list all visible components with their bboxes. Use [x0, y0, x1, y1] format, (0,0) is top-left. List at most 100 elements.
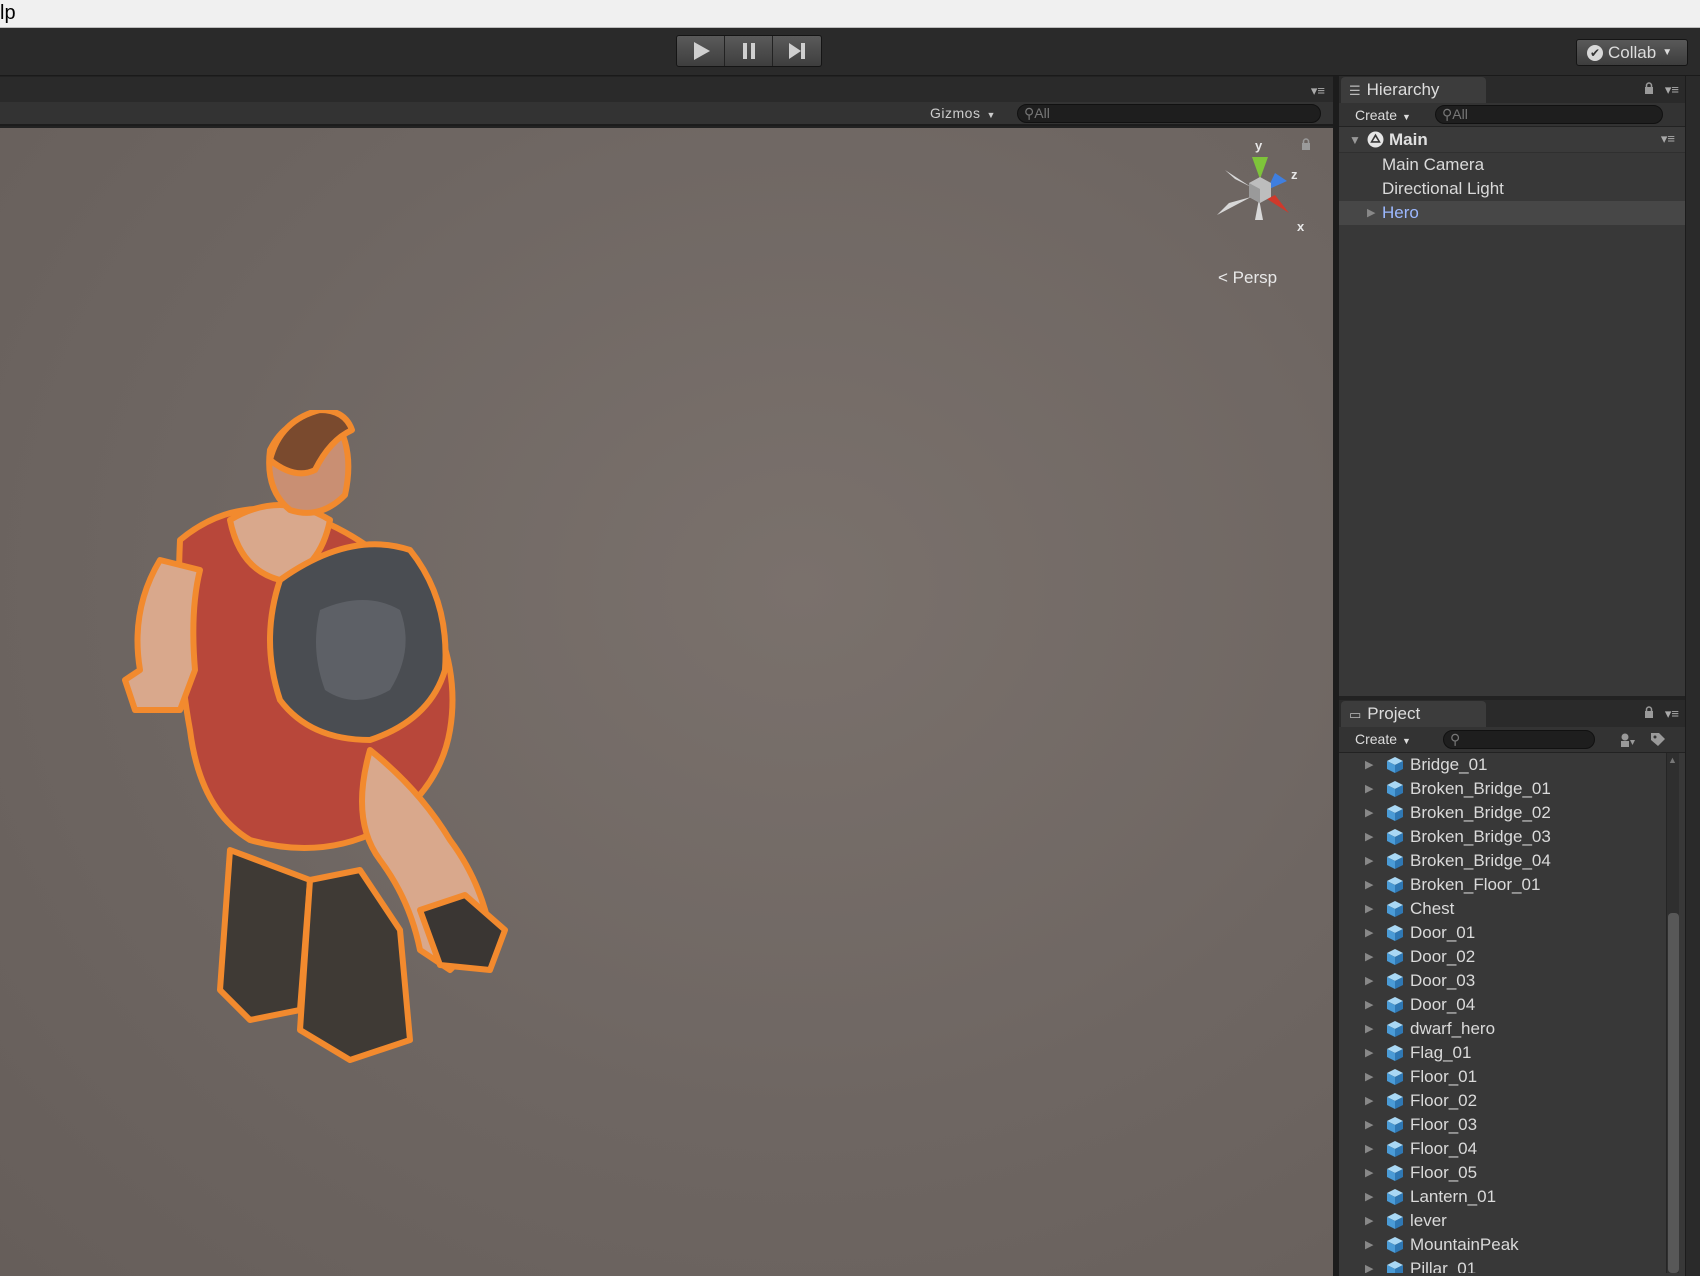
project-tab-row: ▭ Project ▾≡ — [1339, 700, 1685, 727]
collab-label: Collab — [1608, 42, 1657, 62]
gizmos-dropdown[interactable]: Gizmos ▼ — [930, 105, 996, 121]
scene-root-row[interactable]: ▼ Main ▾≡ — [1339, 127, 1685, 153]
project-asset-item[interactable]: ▶ Door_04 — [1339, 993, 1685, 1017]
project-asset-item[interactable]: ▶ Floor_05 — [1339, 1161, 1685, 1185]
step-button[interactable] — [773, 36, 821, 66]
project-asset-item[interactable]: ▶ Floor_02 — [1339, 1089, 1685, 1113]
project-asset-item[interactable]: ▶ lever — [1339, 1209, 1685, 1233]
hierarchy-create-dropdown[interactable]: Create ▼ — [1355, 107, 1411, 123]
fold-closed-icon[interactable]: ▶ — [1365, 830, 1373, 843]
fold-closed-icon[interactable]: ▶ — [1365, 1166, 1373, 1179]
fold-closed-icon[interactable]: ▶ — [1365, 1238, 1373, 1251]
fold-closed-icon[interactable]: ▶ — [1365, 1070, 1373, 1083]
project-asset-item[interactable]: ▶ dwarf_hero — [1339, 1017, 1685, 1041]
hierarchy-item[interactable]: Main Camera — [1339, 153, 1685, 177]
fold-closed-icon[interactable]: ▶ — [1365, 782, 1373, 795]
project-asset-item[interactable]: ▶ Lantern_01 — [1339, 1185, 1685, 1209]
project-asset-item[interactable]: ▶ Broken_Bridge_02 — [1339, 801, 1685, 825]
collab-button[interactable]: ✔ Collab ▼ — [1576, 39, 1688, 66]
fold-closed-icon[interactable]: ▶ — [1365, 1142, 1373, 1155]
menu-help[interactable]: lp — [0, 2, 16, 25]
project-asset-item[interactable]: ▶ Door_03 — [1339, 969, 1685, 993]
prefab-icon — [1387, 949, 1403, 965]
project-search-input[interactable]: ⚲ — [1443, 730, 1595, 749]
filter-by-label-icon[interactable] — [1649, 731, 1667, 749]
fold-closed-icon[interactable]: ▶ — [1365, 758, 1373, 771]
projection-toggle[interactable]: < Persp — [1218, 268, 1277, 288]
search-placeholder: All — [1034, 105, 1050, 121]
fold-closed-icon[interactable]: ▶ — [1365, 1022, 1373, 1035]
project-asset-label: Floor_01 — [1410, 1067, 1478, 1086]
project-asset-item[interactable]: ▶ Broken_Bridge_04 — [1339, 849, 1685, 873]
scrollbar-thumb[interactable] — [1668, 913, 1679, 1273]
panel-menu-icon[interactable]: ▾≡ — [1665, 706, 1679, 722]
fold-open-icon[interactable]: ▼ — [1349, 133, 1361, 147]
project-asset-label: Bridge_01 — [1410, 755, 1488, 774]
project-create-dropdown[interactable]: Create ▼ — [1355, 731, 1411, 747]
project-asset-item[interactable]: ▶ Floor_01 — [1339, 1065, 1685, 1089]
perspective-icon: < — [1218, 268, 1228, 287]
project-asset-item[interactable]: ▶ Floor_04 — [1339, 1137, 1685, 1161]
project-asset-item[interactable]: ▶ Broken_Bridge_01 — [1339, 777, 1685, 801]
pause-button[interactable] — [725, 36, 773, 66]
project-asset-item[interactable]: ▶ MountainPeak — [1339, 1233, 1685, 1257]
fold-closed-icon[interactable]: ▶ — [1365, 1094, 1373, 1107]
filter-by-type-icon[interactable] — [1618, 731, 1636, 749]
project-asset-item[interactable]: ▶ Bridge_01 — [1339, 753, 1685, 777]
search-placeholder: All — [1452, 106, 1468, 122]
project-asset-item[interactable]: ▶ Chest — [1339, 897, 1685, 921]
hierarchy-panel: ☰ Hierarchy ▾≡ Create ▼ ⚲All ▼ Main ▾≡ Mai… — [1339, 76, 1685, 696]
prefab-icon — [1387, 757, 1403, 773]
fold-closed-icon[interactable]: ▶ — [1365, 878, 1373, 891]
project-asset-item[interactable]: ▶ Door_01 — [1339, 921, 1685, 945]
scroll-up-icon[interactable]: ▲ — [1668, 755, 1677, 765]
fold-closed-icon[interactable]: ▶ — [1365, 806, 1373, 819]
project-asset-label: Chest — [1410, 899, 1455, 918]
scene-menu-icon[interactable]: ▾≡ — [1661, 131, 1675, 147]
fold-closed-icon[interactable]: ▶ — [1365, 926, 1373, 939]
project-asset-item[interactable]: ▶ Door_02 — [1339, 945, 1685, 969]
fold-closed-icon[interactable]: ▶ — [1365, 902, 1373, 915]
menu-bar: lp — [0, 0, 1700, 28]
tab-project[interactable]: ▭ Project — [1341, 701, 1486, 727]
axis-gizmo[interactable]: y z x — [1205, 135, 1315, 245]
panel-menu-icon[interactable]: ▾≡ — [1665, 82, 1679, 98]
project-panel: ▭ Project ▾≡ Create ▼ ⚲ ▶ Bridge_01 ▶ Broken_… — [1339, 700, 1685, 1276]
project-asset-label: Floor_05 — [1410, 1163, 1478, 1182]
fold-closed-icon[interactable]: ▶ — [1365, 854, 1373, 867]
fold-closed-icon[interactable]: ▶ — [1365, 1046, 1373, 1059]
prefab-icon — [1387, 1189, 1403, 1205]
project-asset-label: lever — [1410, 1211, 1447, 1230]
tab-hierarchy[interactable]: ☰ Hierarchy — [1341, 77, 1486, 103]
project-asset-item[interactable]: ▶ Pillar_01 — [1339, 1257, 1685, 1273]
fold-closed-icon[interactable]: ▶ — [1365, 950, 1373, 963]
search-icon: ⚲ — [1450, 731, 1461, 747]
hierarchy-search-input[interactable]: ⚲All — [1435, 105, 1663, 124]
scene-view[interactable]: y z x < Persp — [0, 128, 1333, 1276]
fold-closed-icon[interactable]: ▶ — [1365, 998, 1373, 1011]
hero-model[interactable] — [120, 410, 560, 1090]
project-asset-list[interactable]: ▶ Bridge_01 ▶ Broken_Bridge_01 ▶ Broken_Bridg… — [1339, 753, 1685, 1273]
project-scrollbar[interactable]: ▲ — [1666, 753, 1679, 1273]
play-button[interactable] — [677, 36, 725, 66]
project-asset-label: Flag_01 — [1410, 1043, 1472, 1062]
project-asset-item[interactable]: ▶ Flag_01 — [1339, 1041, 1685, 1065]
project-asset-item[interactable]: ▶ Floor_03 — [1339, 1113, 1685, 1137]
project-asset-label: Door_03 — [1410, 971, 1476, 990]
lock-icon[interactable] — [1643, 706, 1655, 718]
lock-icon[interactable] — [1643, 82, 1655, 94]
project-asset-item[interactable]: ▶ Broken_Floor_01 — [1339, 873, 1685, 897]
fold-closed-icon[interactable]: ▶ — [1365, 1262, 1373, 1273]
scene-search-input[interactable]: ⚲All — [1017, 104, 1321, 123]
panel-menu-icon[interactable]: ▾≡ — [1311, 83, 1325, 99]
project-asset-item[interactable]: ▶ Broken_Bridge_03 — [1339, 825, 1685, 849]
right-panel-edge — [1685, 76, 1700, 1276]
hierarchy-item-selected[interactable]: ▶ Hero — [1339, 201, 1685, 225]
fold-closed-icon[interactable]: ▶ — [1365, 1214, 1373, 1227]
fold-closed-icon[interactable]: ▶ — [1365, 1118, 1373, 1131]
fold-closed-icon[interactable]: ▶ — [1367, 206, 1375, 219]
hierarchy-item[interactable]: Directional Light — [1339, 177, 1685, 201]
fold-closed-icon[interactable]: ▶ — [1365, 974, 1373, 987]
project-asset-label: Broken_Floor_01 — [1410, 875, 1541, 894]
fold-closed-icon[interactable]: ▶ — [1365, 1190, 1373, 1203]
